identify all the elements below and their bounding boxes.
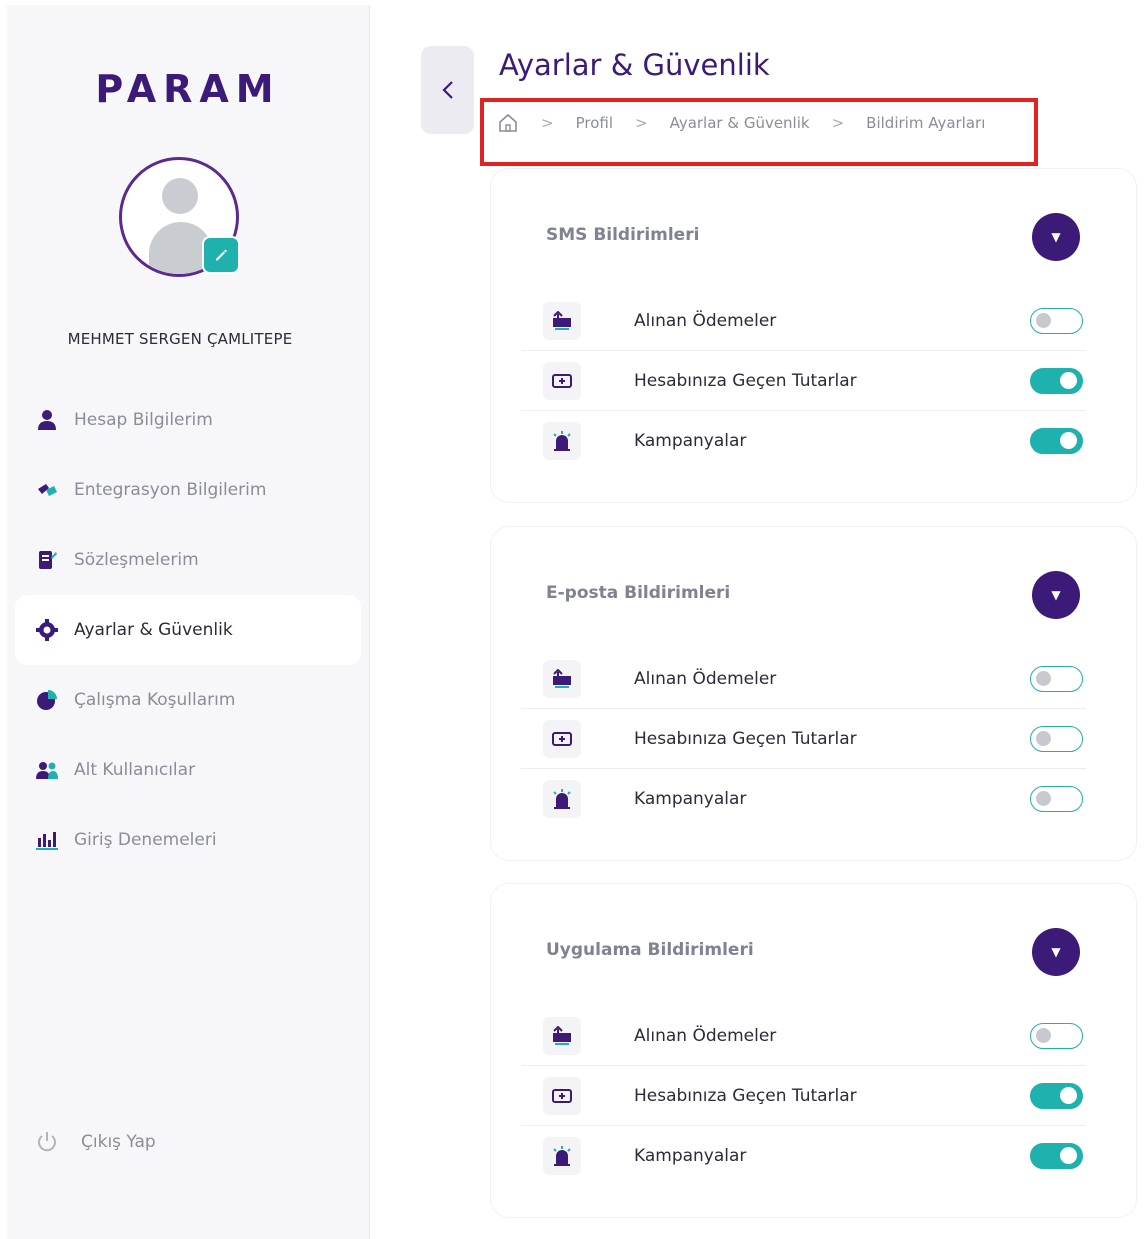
payment-received-icon	[543, 301, 581, 340]
toggle-switch[interactable]	[1030, 1022, 1083, 1049]
alarm-icon	[543, 780, 581, 818]
breadcrumb: > Profil > Ayarlar & Güvenlik > Bildirim…	[497, 112, 985, 134]
sidebar-nav: Hesap Bilgilerim Entegrasyon Bilgilerim …	[15, 385, 361, 875]
transfer-icon	[543, 719, 581, 758]
sidebar-item-calisma-kosullarim[interactable]: Çalışma Koşullarım	[15, 665, 361, 735]
sidebar-item-label: Alt Kullanıcılar	[74, 760, 196, 780]
chevron-left-icon	[441, 81, 453, 99]
home-icon[interactable]	[497, 112, 519, 134]
payment-received-icon	[543, 1016, 581, 1055]
transfer-icon	[543, 361, 581, 400]
back-button[interactable]	[421, 46, 474, 134]
integration-icon	[35, 478, 59, 502]
page-title: Ayarlar & Güvenlik	[499, 48, 770, 82]
caret-down-icon: ▼	[1051, 230, 1061, 244]
alarm-icon	[543, 422, 581, 460]
setting-row: Hesabınıza Geçen Tutarlar	[521, 351, 1086, 411]
setting-label: Alınan Ödemeler	[634, 1025, 777, 1046]
setting-label: Alınan Ödemeler	[634, 668, 777, 689]
sidebar-item-label: Çalışma Koşullarım	[74, 690, 236, 710]
user-icon	[35, 408, 59, 432]
setting-row: Alınan Ödemeler	[521, 649, 1086, 709]
sidebar-item-sozlesmelerim[interactable]: Sözleşmelerim	[15, 525, 361, 595]
chevron-right-icon: >	[541, 114, 554, 132]
sms-notifications-card: SMS Bildirimleri ▼ Alınan Ödemeler Hesab…	[491, 169, 1136, 502]
caret-down-icon: ▼	[1051, 945, 1061, 959]
collapse-button[interactable]: ▼	[1032, 213, 1080, 261]
transfer-icon	[543, 1076, 581, 1115]
toggle-switch[interactable]	[1030, 786, 1083, 812]
breadcrumb-item-bildirim: Bildirim Ayarları	[866, 114, 986, 132]
setting-row: Hesabınıza Geçen Tutarlar	[521, 709, 1086, 769]
setting-row: Kampanyalar	[521, 1126, 1086, 1186]
sidebar-item-label: Entegrasyon Bilgilerim	[74, 480, 267, 500]
edit-avatar-button[interactable]	[202, 236, 240, 274]
sidebar-item-label: Giriş Denemeleri	[74, 830, 217, 850]
setting-row: Hesabınıza Geçen Tutarlar	[521, 1066, 1086, 1126]
user-name: MEHMET SERGEN ÇAMLITEPE	[67, 330, 293, 348]
chevron-right-icon: >	[635, 114, 648, 132]
sidebar-item-ayarlar-guvenlik[interactable]: Ayarlar & Güvenlik	[15, 595, 361, 665]
setting-row: Kampanyalar	[521, 769, 1086, 829]
app-notifications-card: Uygulama Bildirimleri ▼ Alınan Ödemeler …	[491, 884, 1136, 1217]
setting-row: Alınan Ödemeler	[521, 291, 1086, 351]
sidebar: PARAM MEHMET SERGEN ÇAMLITEPE Hesap Bilg…	[7, 5, 370, 1239]
sidebar-item-label: Sözleşmelerim	[74, 550, 199, 570]
logout-button[interactable]: Çıkış Yap	[35, 1130, 156, 1154]
gear-icon	[35, 618, 59, 642]
setting-label: Hesabınıza Geçen Tutarlar	[634, 370, 857, 391]
sidebar-item-label: Ayarlar & Güvenlik	[74, 620, 233, 640]
setting-label: Alınan Ödemeler	[634, 310, 777, 331]
breadcrumb-item-ayarlar[interactable]: Ayarlar & Güvenlik	[670, 114, 810, 132]
pencil-icon	[216, 249, 227, 261]
collapse-button[interactable]: ▼	[1032, 928, 1080, 976]
sidebar-item-giris-denemeleri[interactable]: Giriş Denemeleri	[15, 805, 361, 875]
setting-label: Hesabınıza Geçen Tutarlar	[634, 1085, 857, 1106]
card-title: Uygulama Bildirimleri	[546, 940, 754, 960]
email-notifications-card: E-posta Bildirimleri ▼ Alınan Ödemeler H…	[491, 527, 1136, 860]
chevron-right-icon: >	[831, 114, 845, 132]
collapse-button[interactable]: ▼	[1032, 571, 1080, 619]
setting-label: Hesabınıza Geçen Tutarlar	[634, 728, 857, 749]
toggle-switch[interactable]	[1030, 665, 1083, 692]
alarm-icon	[543, 1137, 581, 1175]
toggle-switch[interactable]	[1030, 725, 1083, 752]
card-title: SMS Bildirimleri	[546, 225, 700, 245]
users-icon	[35, 758, 59, 782]
setting-label: Kampanyalar	[634, 1146, 747, 1166]
toggle-switch[interactable]	[1030, 428, 1083, 454]
setting-label: Kampanyalar	[634, 789, 747, 809]
setting-row: Alınan Ödemeler	[521, 1006, 1086, 1066]
power-icon	[35, 1130, 59, 1154]
toggle-switch[interactable]	[1030, 1143, 1083, 1169]
contract-icon	[35, 548, 59, 572]
sidebar-item-alt-kullanicilar[interactable]: Alt Kullanıcılar	[15, 735, 361, 805]
sidebar-item-hesap-bilgilerim[interactable]: Hesap Bilgilerim	[15, 385, 361, 455]
bar-chart-icon	[35, 828, 59, 852]
sidebar-item-label: Hesap Bilgilerim	[74, 410, 213, 430]
toggle-switch[interactable]	[1030, 1082, 1083, 1109]
breadcrumb-item-profil[interactable]: Profil	[576, 114, 613, 132]
payment-received-icon	[543, 659, 581, 698]
logout-label: Çıkış Yap	[81, 1132, 156, 1152]
caret-down-icon: ▼	[1051, 588, 1061, 602]
pie-chart-icon	[35, 688, 59, 712]
avatar-head	[162, 178, 198, 214]
setting-row: Kampanyalar	[521, 411, 1086, 471]
toggle-switch[interactable]	[1030, 307, 1083, 334]
toggle-switch[interactable]	[1030, 367, 1083, 394]
brand-logo: PARAM	[95, 67, 281, 111]
card-title: E-posta Bildirimleri	[546, 583, 731, 603]
sidebar-item-entegrasyon-bilgilerim[interactable]: Entegrasyon Bilgilerim	[15, 455, 361, 525]
setting-label: Kampanyalar	[634, 431, 747, 451]
